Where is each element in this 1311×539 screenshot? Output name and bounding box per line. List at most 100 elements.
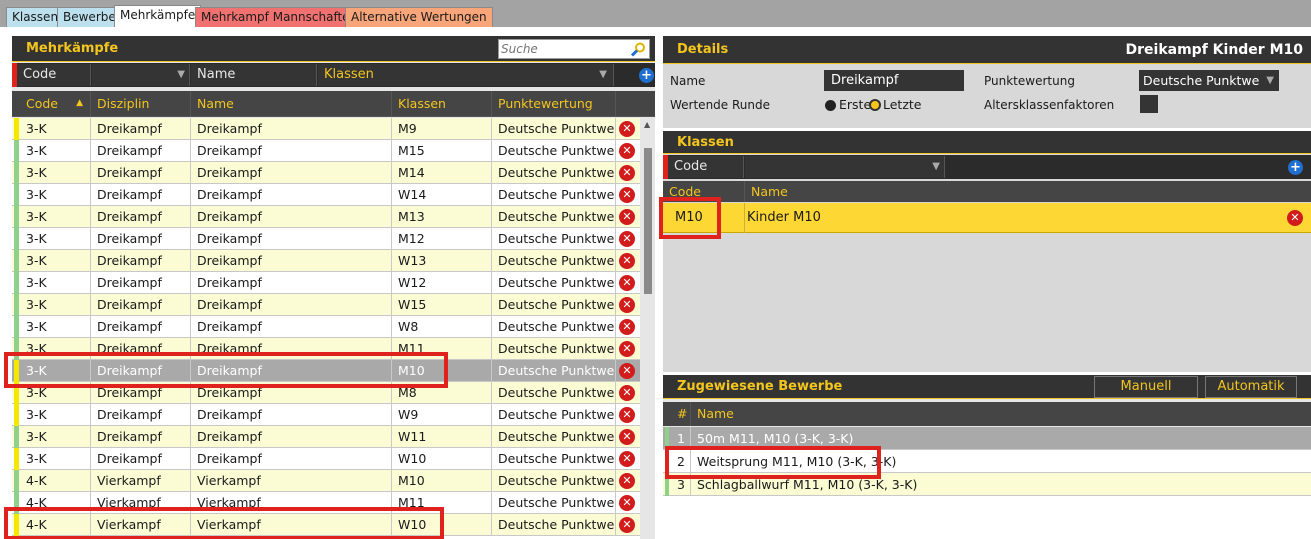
delete-icon[interactable]: ✕ xyxy=(619,231,635,247)
delete-icon[interactable]: ✕ xyxy=(619,363,635,379)
automatik-button[interactable]: Automatik xyxy=(1205,376,1297,398)
klassen-col-name[interactable]: Name xyxy=(745,181,1305,202)
delete-icon[interactable]: ✕ xyxy=(619,385,635,401)
search-input[interactable] xyxy=(501,41,627,57)
row-status-stripe xyxy=(665,427,669,450)
klassen-cell: W10 xyxy=(392,448,492,470)
bewerbe-panel: Zugewiesene Bewerbe Manuell Automatik # … xyxy=(663,375,1311,539)
altersklassenfaktoren-checkbox[interactable] xyxy=(1140,95,1158,113)
punktewertung-select[interactable]: Deutsche Punktwertung ▼ xyxy=(1139,70,1279,91)
table-row[interactable]: 4-K Vierkampf Vierkampf W10 Deutsche Punktwe… xyxy=(12,514,640,536)
col-punktewertung[interactable]: Punktewertung xyxy=(492,91,616,116)
search-box[interactable] xyxy=(498,39,650,59)
chevron-down-icon[interactable]: ▼ xyxy=(177,64,185,86)
table-row[interactable]: 3-K Dreikampf Dreikampf M15 Deutsche Punktwe… xyxy=(12,140,640,162)
name-cell: Dreikampf xyxy=(191,426,392,448)
chevron-down-icon[interactable]: ▼ xyxy=(1266,70,1274,91)
table-row[interactable]: 3-K Dreikampf Dreikampf M12 Deutsche Punktwe… xyxy=(12,228,640,250)
klassen-col-code[interactable]: Code xyxy=(663,181,745,202)
search-icon[interactable] xyxy=(630,42,646,57)
name-cell: Dreikampf xyxy=(191,206,392,228)
delete-icon[interactable]: ✕ xyxy=(619,473,635,489)
disziplin-cell: Vierkampf xyxy=(91,514,191,536)
bewerb-row[interactable]: 2 Weitsprung M11, M10 (3-K, 3-K) xyxy=(663,450,1311,473)
chevron-down-icon[interactable]: ▼ xyxy=(599,64,607,86)
delete-icon[interactable]: ✕ xyxy=(619,341,635,357)
table-row-selected[interactable]: 3-K Dreikampf Dreikampf M10 Deutsche Punktwe… xyxy=(12,360,640,382)
table-row[interactable]: 3-K Dreikampf Dreikampf M13 Deutsche Punktwe… xyxy=(12,206,640,228)
delete-icon[interactable]: ✕ xyxy=(619,143,635,159)
tab-klassen[interactable]: Klassen xyxy=(6,7,65,27)
filter-klassen-dropdown[interactable]: Klassen ▼ xyxy=(318,64,614,86)
table-row[interactable]: 4-K Vierkampf Vierkampf M11 Deutsche Punktwe… xyxy=(12,492,640,514)
col-klassen[interactable]: Klassen xyxy=(392,91,492,116)
scrollbar[interactable]: ▲ xyxy=(640,118,655,539)
table-row[interactable]: 3-KDreikampfDreikampfM8Deutsche Punktwer… xyxy=(12,382,640,404)
delete-icon[interactable]: ✕ xyxy=(619,407,635,423)
delete-icon[interactable]: ✕ xyxy=(619,187,635,203)
punktewertung-cell: Deutsche Punktwertung xyxy=(492,404,616,426)
delete-icon[interactable]: ✕ xyxy=(619,429,635,445)
name-cell: Dreikampf xyxy=(191,360,392,382)
table-row[interactable]: 3-K Dreikampf Dreikampf W13 Deutsche Punktwe… xyxy=(12,250,640,272)
mehrkaempfe-panel: Mehrkämpfe Code ▼ Name Klassen ▼ + Code▲… xyxy=(12,36,655,539)
klassen-filter-dropdown[interactable]: ▼ xyxy=(745,156,945,178)
col-disziplin[interactable]: Disziplin xyxy=(91,91,191,116)
delete-icon[interactable]: ✕ xyxy=(619,517,635,533)
col-name[interactable]: Name xyxy=(191,91,392,116)
col-code[interactable]: Code ▲ xyxy=(20,91,91,116)
bewerb-row[interactable]: 3 Schlagballwurf M11, M10 (3-K, 3-K) xyxy=(663,473,1311,496)
table-row[interactable]: 4-K Vierkampf Vierkampf M10 Deutsche Punktwe… xyxy=(12,470,640,492)
delete-icon[interactable]: ✕ xyxy=(619,297,635,313)
table-row[interactable]: 3-K Dreikampf Dreikampf W12 Deutsche Punktwe… xyxy=(12,272,640,294)
add-klasse-button[interactable]: + xyxy=(1288,160,1303,175)
manuell-button[interactable]: Manuell xyxy=(1094,376,1198,398)
radio-letzte[interactable] xyxy=(869,99,881,111)
delete-icon[interactable]: ✕ xyxy=(619,209,635,225)
tab-mehrkampf-mannschaften[interactable]: Mehrkampf Mannschaften xyxy=(195,7,364,27)
bewerb-name-cell: 50m M11, M10 (3-K, 3-K) xyxy=(697,431,854,446)
table-row[interactable]: 3-K Dreikampf Dreikampf M14 Deutsche Punktwe… xyxy=(12,162,640,184)
table-row[interactable]: 3-KDreikampfDreikampfW9Deutsche Punktwer… xyxy=(12,404,640,426)
delete-icon[interactable]: ✕ xyxy=(619,495,635,511)
table-row[interactable]: 3-K Dreikampf Dreikampf M11 Deutsche Punktwe… xyxy=(12,338,640,360)
chevron-down-icon[interactable]: ▼ xyxy=(932,156,940,178)
bewerbe-table-header: # Name xyxy=(663,402,1311,426)
punktewertung-cell: Deutsche Punktwertung xyxy=(492,250,616,272)
bewerbe-col-num[interactable]: # xyxy=(671,402,691,426)
name-cell: Dreikampf xyxy=(191,404,392,426)
table-row[interactable]: 3-KDreikampfDreikampfW8Deutsche Punktwer… xyxy=(12,316,640,338)
klassen-row-selected[interactable]: M10 Kinder M10 ✕ xyxy=(663,203,1311,233)
name-input[interactable]: Dreikampf xyxy=(824,70,964,91)
punktewertung-cell: Deutsche Punktwertung xyxy=(492,316,616,338)
delete-icon[interactable]: ✕ xyxy=(1287,210,1303,226)
delete-icon[interactable]: ✕ xyxy=(619,253,635,269)
tab-alternative-wertungen[interactable]: Alternative Wertungen xyxy=(345,7,493,27)
table-row[interactable]: 3-KDreikampfDreikampfM9Deutsche Punktwer… xyxy=(12,118,640,140)
delete-icon[interactable]: ✕ xyxy=(619,319,635,335)
radio-erste[interactable] xyxy=(825,100,836,111)
table-row[interactable]: 3-K Dreikampf Dreikampf W11 Deutsche Punktwe… xyxy=(12,426,640,448)
punktewertung-label: Punktewertung xyxy=(984,74,1075,88)
add-mehrkampf-button[interactable]: + xyxy=(639,68,654,83)
delete-icon[interactable]: ✕ xyxy=(619,165,635,181)
table-row[interactable]: 3-K Dreikampf Dreikampf W14 Deutsche Punktwe… xyxy=(12,184,640,206)
tab-mehrkaempfe[interactable]: Mehrkämpfe xyxy=(114,5,202,27)
punktewertung-cell: Deutsche Punktwertung xyxy=(492,514,616,536)
bewerbe-col-name[interactable]: Name xyxy=(691,402,1303,426)
code-cell: 3-K xyxy=(20,250,91,272)
delete-icon[interactable]: ✕ xyxy=(619,275,635,291)
scroll-up-icon[interactable]: ▲ xyxy=(644,120,650,129)
delete-icon[interactable]: ✕ xyxy=(619,451,635,467)
bewerb-row[interactable]: 1 50m M11, M10 (3-K, 3-K) xyxy=(663,427,1311,450)
table-row[interactable]: 3-K Dreikampf Dreikampf W15 Deutsche Punktwe… xyxy=(12,294,640,316)
table-row[interactable]: 3-K Dreikampf Dreikampf W10 Deutsche Punktwe… xyxy=(12,448,640,470)
filter-code-dropdown[interactable]: ▼ xyxy=(92,64,190,86)
punktewertung-cell: Deutsche Punktwertung xyxy=(492,448,616,470)
scroll-thumb[interactable] xyxy=(644,148,652,294)
delete-icon[interactable]: ✕ xyxy=(619,121,635,137)
klassen-cell: W11 xyxy=(392,426,492,448)
klassen-name-cell: Kinder M10 xyxy=(747,210,821,225)
tab-bewerbe[interactable]: Bewerbe xyxy=(57,7,122,27)
filter-name-label: Name xyxy=(191,64,317,86)
